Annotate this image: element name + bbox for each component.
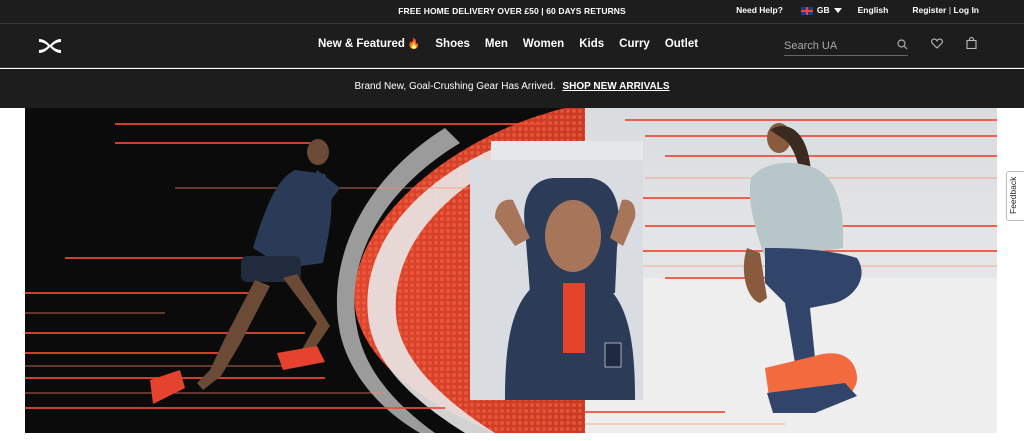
hero-banner[interactable] [25,108,997,433]
login-link[interactable]: Log In [954,5,980,15]
utility-links: Need Help? GB English Register | Log In [736,5,979,15]
chevron-down-icon [833,8,842,14]
nav-outlet[interactable]: Outlet [665,38,698,50]
region-label: GB [816,5,830,15]
announcement-bar: Brand New, Goal-Crushing Gear Has Arrive… [0,69,1024,108]
nav-men[interactable]: Men [485,38,508,50]
announcement-text: Brand New, Goal-Crushing Gear Has Arrive… [354,81,556,92]
search-box [784,36,908,56]
register-link[interactable]: Register [912,5,946,15]
shopping-bag-icon[interactable] [966,37,977,49]
nav-new-featured-label: New & Featured [318,38,405,50]
nav-shoes[interactable]: Shoes [435,38,470,50]
uk-flag-icon [800,6,813,15]
nav-women[interactable]: Women [523,38,564,50]
nav-kids[interactable]: Kids [579,38,604,50]
feedback-label: Feedback [1008,176,1018,214]
region-selector[interactable]: GB [800,5,842,15]
wishlist-heart-icon[interactable] [931,38,943,49]
search-input[interactable] [784,37,884,55]
shop-new-arrivals-link[interactable]: SHOP NEW ARRIVALS [562,81,669,92]
feedback-tab[interactable]: Feedback [1006,171,1024,221]
nav-curry[interactable]: Curry [619,38,650,50]
utility-separator: | [948,5,952,15]
language-selector[interactable]: English [858,5,889,15]
need-help-link[interactable]: Need Help? [736,5,783,15]
hero-image [25,108,997,433]
nav-new-featured[interactable]: New & Featured 🔥 [318,38,420,50]
search-icon[interactable] [897,39,908,50]
primary-nav: New & Featured 🔥 Shoes Men Women Kids Cur… [318,38,698,50]
flame-icon: 🔥 [407,39,421,50]
utility-bar: FREE HOME DELIVERY OVER £50 | 60 DAYS RE… [0,0,1024,23]
main-nav: New & Featured 🔥 Shoes Men Women Kids Cur… [0,23,1024,68]
under-armour-logo[interactable] [36,37,64,55]
